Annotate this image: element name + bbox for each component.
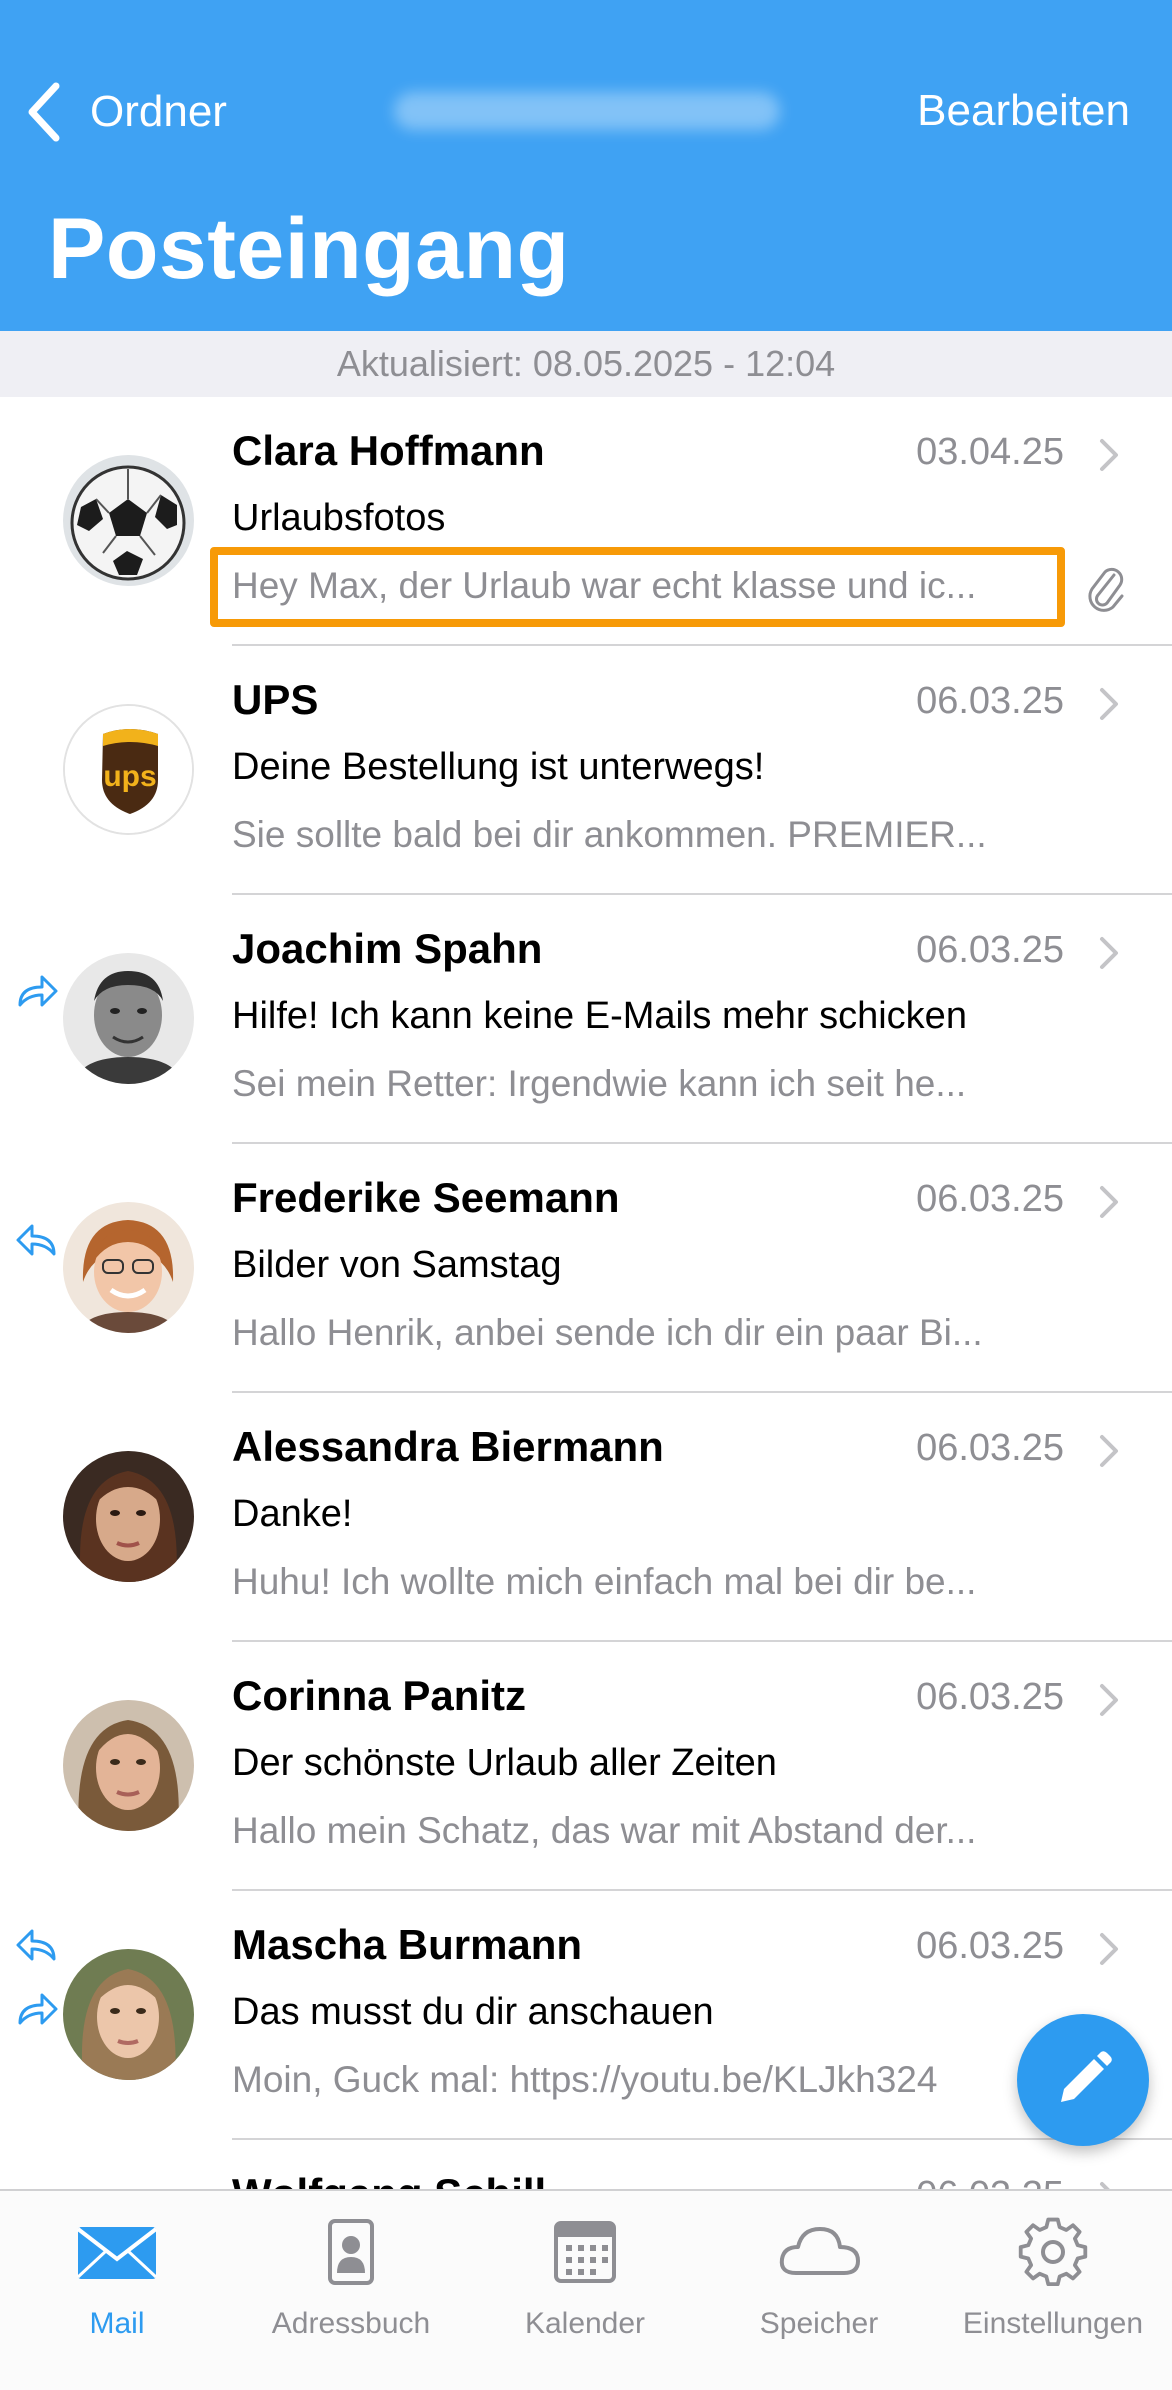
update-status: Aktualisiert: 08.05.2025 - 12:04 [0,331,1172,397]
message-subject: Hilfe! Ich kann keine E-Mails mehr schic… [232,995,967,1037]
message-preview: Sei mein Retter: Irgendwie kann ich seit… [232,1063,967,1104]
message-row[interactable]: Joachim Spahn 06.03.25 Hilfe! Ich kann k… [0,895,1172,1144]
chevron-right-icon [1100,1684,1118,1716]
message-subject: Der schönste Urlaub aller Zeiten [232,1742,777,1784]
sender-name: Mascha Burmann [232,1921,583,1968]
message-preview: Hallo Henrik, anbei sende ich dir ein pa… [232,1312,983,1353]
chevron-right-icon [1100,1186,1118,1218]
avatar-alessandra [63,1451,194,1582]
page-title: Posteingang [48,201,570,297]
mail-icon [76,2227,158,2279]
tab-label: Einstellungen [962,2307,1144,2340]
chevron-right-icon [1100,439,1118,471]
message-date: 03.04.25 [916,431,1064,473]
tab-storage[interactable]: Speicher [702,2215,936,2365]
sender-name: Corinna Panitz [232,1672,527,1719]
back-button[interactable]: Ordner [24,76,227,148]
avatar-mascha [63,1949,194,2080]
back-label: Ordner [90,87,227,136]
message-subject: Urlaubsfotos [232,497,446,539]
message-date: 06.03.25 [916,929,1064,971]
message-row[interactable]: Mascha Burmann 06.03.25 Das musst du dir… [0,1891,1172,2140]
attachment-icon [1088,567,1124,612]
chevron-left-icon [28,82,60,142]
message-preview: Huhu! Ich wollte mich einfach mal bei di… [232,1561,977,1602]
tab-calendar[interactable]: Kalender [468,2215,702,2365]
message-preview: Sie sollte bald bei dir ankommen. PREMIE… [232,814,987,855]
sender-name: Alessandra Biermann [232,1423,664,1470]
replied-icon [16,1224,56,1256]
tab-settings[interactable]: Einstellungen [936,2215,1170,2365]
tab-mail[interactable]: Mail [0,2215,234,2365]
message-row[interactable]: Clara Hoffmann 03.04.25 Urlaubsfotos Hey… [0,397,1172,646]
message-date: 06.03.25 [916,1427,1064,1469]
message-row[interactable]: ups UPS 06.03.25 Deine Bestellung ist un… [0,646,1172,895]
forwarded-icon [18,1993,58,2025]
compose-button[interactable] [1017,2014,1149,2146]
message-preview: Hallo mein Schatz, das war mit Abstand d… [232,1810,977,1851]
sender-name: UPS [232,676,319,723]
cloud-icon [779,2227,860,2275]
tab-label: Kalender [524,2307,646,2340]
avatar-joachim [63,953,194,1084]
calendar-icon [554,2221,616,2283]
sender-name: Clara Hoffmann [232,427,545,474]
message-subject: Deine Bestellung ist unterwegs! [232,746,765,788]
message-preview: Moin, Guck mal: https://youtu.be/KLJkh32… [232,2059,938,2100]
message-date: 06.03.25 [916,1925,1064,1967]
svg-text:ups: ups [103,760,156,793]
navigation-header: Ordner Bearbeiten Posteingang [0,0,1172,331]
account-address-blurred [394,92,780,130]
tab-label: Speicher [759,2307,879,2340]
message-subject: Danke! [232,1493,353,1535]
sender-name: Joachim Spahn [232,925,543,972]
contacts-icon [328,2219,374,2285]
avatar-soccer-ball [63,455,194,586]
avatar-ups-logo: ups [63,704,194,835]
avatar-corinna [63,1700,194,1831]
message-row[interactable]: Frederike Seemann 06.03.25 Bilder von Sa… [0,1144,1172,1393]
message-row[interactable]: Corinna Panitz 06.03.25 Der schönste Url… [0,1642,1172,1891]
message-subject: Das musst du dir anschauen [232,1991,714,2033]
pencil-icon [1061,2051,1112,2102]
tab-label: Mail [89,2307,145,2340]
chevron-right-icon [1100,2182,1110,2189]
tab-label: Adressbuch [271,2307,431,2340]
edit-button[interactable]: Bearbeiten [917,86,1130,136]
message-list[interactable]: Clara Hoffmann 03.04.25 Urlaubsfotos Hey… [0,397,1172,2189]
message-row[interactable]: Alessandra Biermann 06.03.25 Danke! Huhu… [0,1393,1172,1642]
message-subject: Bilder von Samstag [232,1244,562,1286]
avatar-frederike [63,1202,194,1333]
message-preview: Hey Max, der Urlaub war echt klasse und … [232,565,977,606]
gear-icon [1018,2217,1088,2287]
message-row[interactable]: Wolfgang Schill 06.03.25 [0,2140,1172,2189]
forwarded-icon [18,975,58,1007]
tab-addressbook[interactable]: Adressbuch [234,2215,468,2365]
replied-icon [16,1929,56,1961]
tab-bar: Mail Adressbuch Kalender Speicher Einste… [0,2189,1172,2390]
message-date: 06.03.25 [916,680,1064,722]
chevron-right-icon [1100,1435,1118,1467]
message-date: 06.03.25 [916,1178,1064,1220]
sender-name: Frederike Seemann [232,1174,620,1221]
chevron-right-icon [1100,688,1118,720]
message-date: 06.03.25 [916,2174,1064,2189]
chevron-right-icon [1100,1933,1118,1965]
chevron-right-icon [1100,937,1118,969]
message-date: 06.03.25 [916,1676,1064,1718]
sender-name: Wolfgang Schill [232,2170,546,2189]
